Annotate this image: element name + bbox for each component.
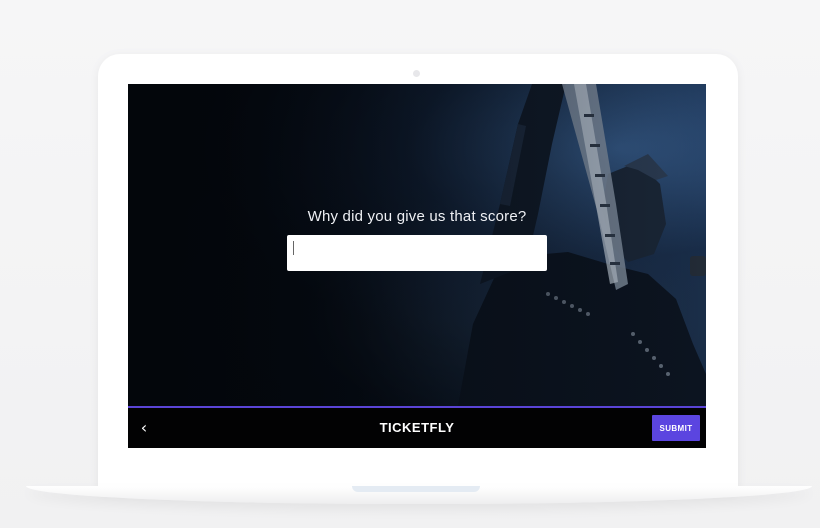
survey-question: Why did you give us that score? [307, 208, 527, 225]
submit-button[interactable]: SUBMIT [652, 415, 700, 441]
footer-bar: ‹ TICKETFLY SUBMIT [128, 406, 706, 448]
text-caret [293, 241, 294, 255]
hero-background-image: Why did you give us that score? [128, 84, 706, 406]
laptop-base [26, 486, 812, 504]
ticketfly-logo: TICKETFLY [379, 420, 455, 435]
laptop-screen: Why did you give us that score? ‹ TICKET… [128, 84, 706, 448]
page-backdrop: Why did you give us that score? ‹ TICKET… [0, 0, 820, 528]
laptop-base-notch [352, 486, 480, 492]
camera-dot [413, 70, 420, 77]
answer-input[interactable] [287, 235, 547, 271]
